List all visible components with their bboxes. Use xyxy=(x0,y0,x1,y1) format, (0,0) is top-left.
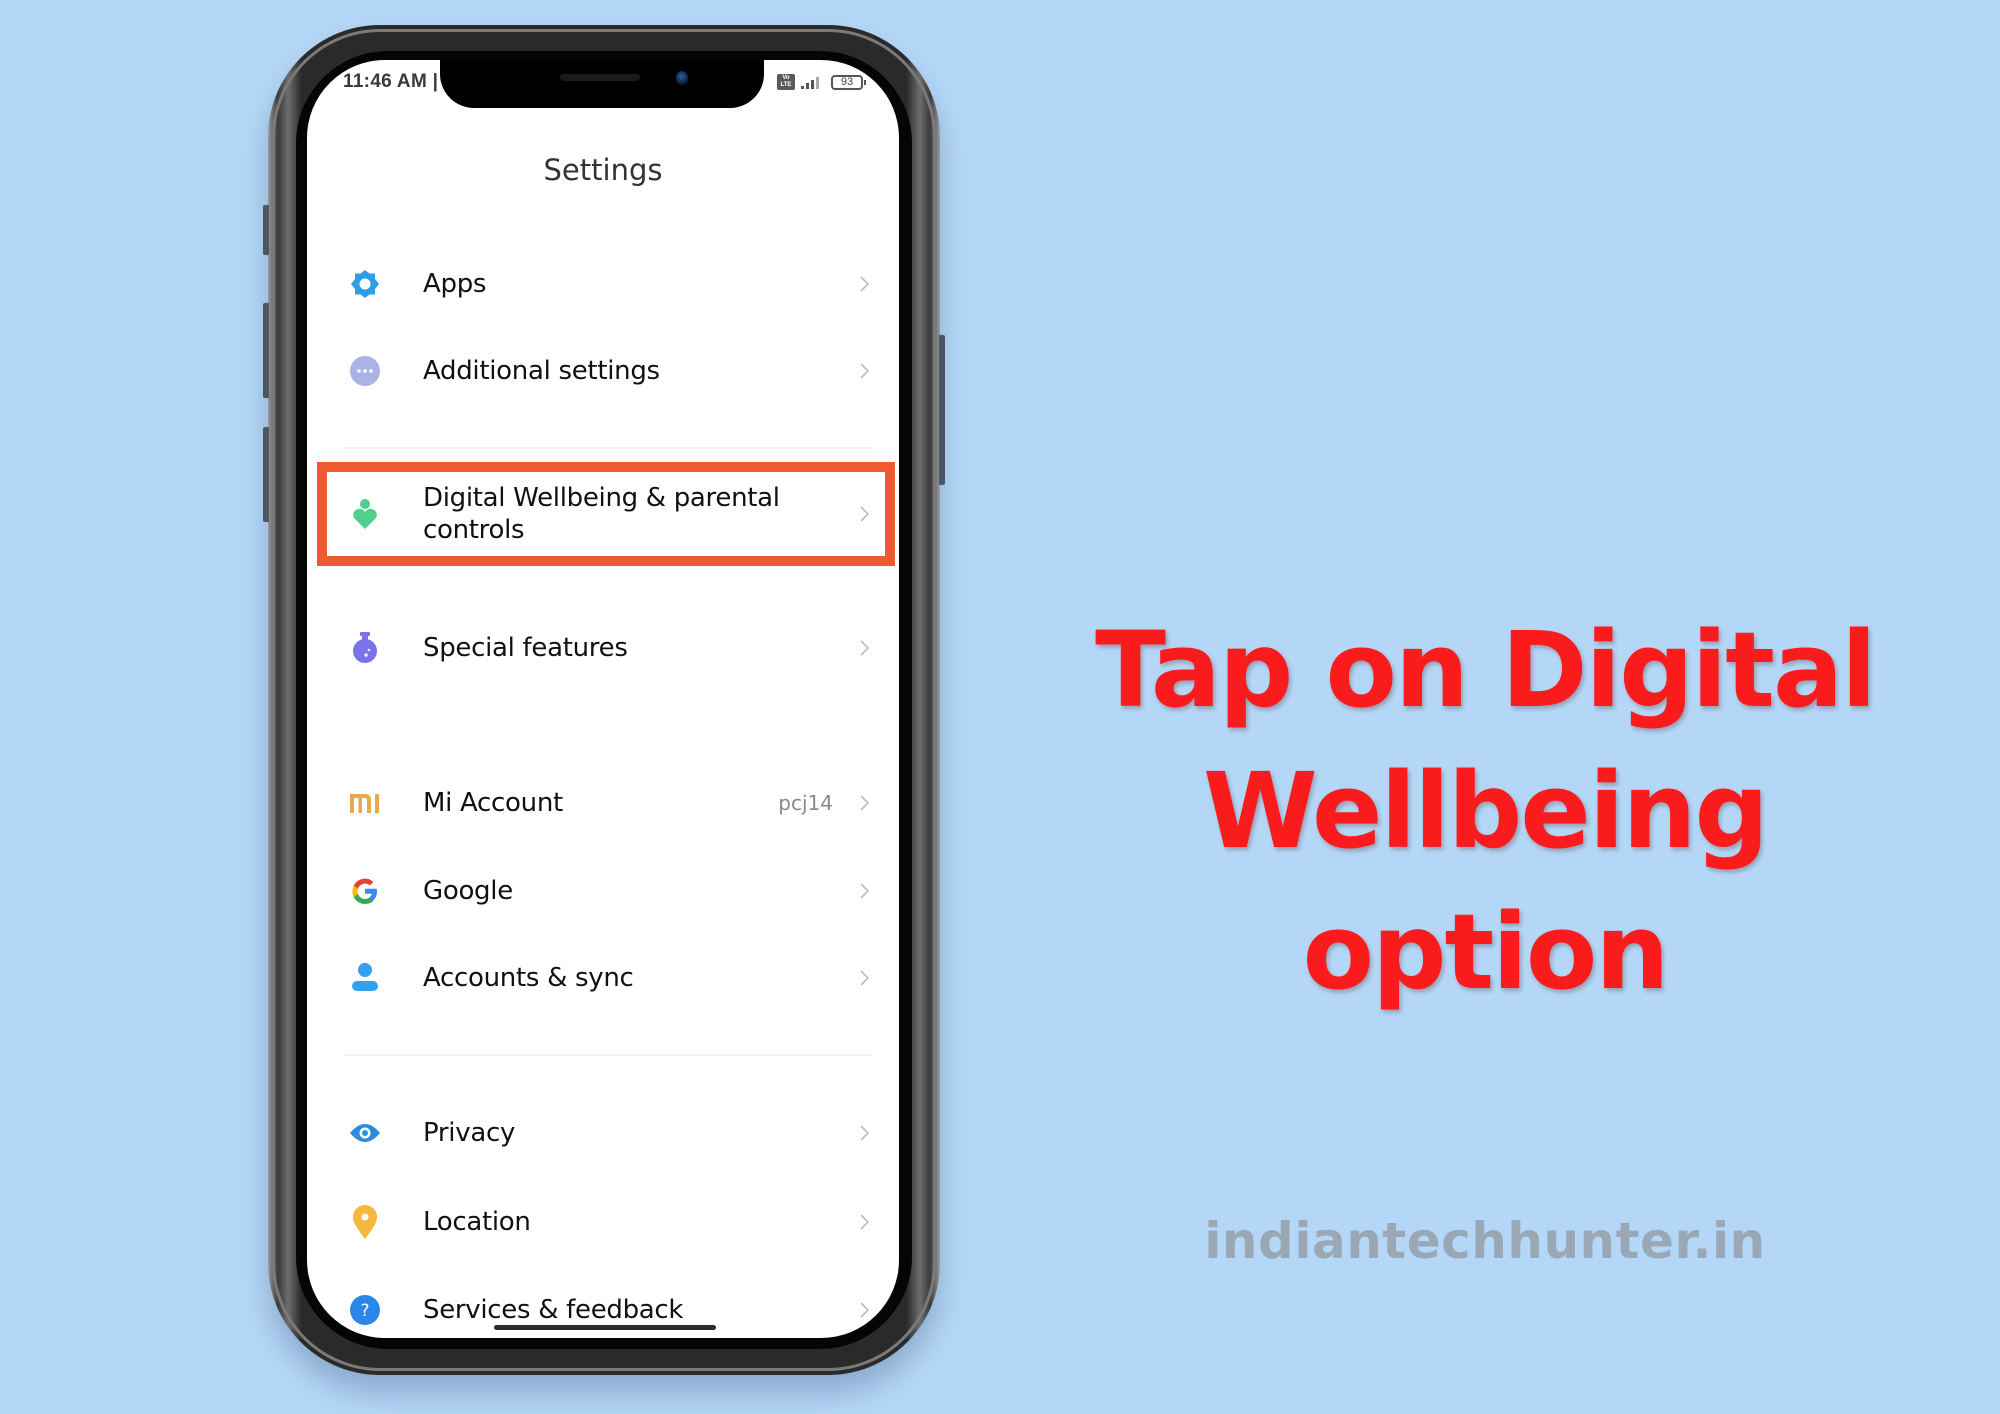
settings-item-label: Additional settings xyxy=(423,356,660,386)
section-divider xyxy=(345,447,871,449)
settings-item-location[interactable]: Location xyxy=(307,1187,899,1257)
battery-level: 93 xyxy=(840,75,854,88)
volume-down-button xyxy=(263,427,269,522)
settings-item-label: Digital Wellbeing & parental controls xyxy=(423,483,780,545)
volume-up-button xyxy=(263,303,269,398)
settings-item-label: Google xyxy=(423,876,513,906)
status-icons: Vo LTE 93 xyxy=(777,72,866,92)
person-icon xyxy=(349,962,381,994)
chevron-right-icon xyxy=(860,276,870,292)
mi-logo-icon xyxy=(349,787,381,819)
scrolled-text-fragment xyxy=(503,195,563,201)
earpiece-speaker xyxy=(560,74,640,81)
settings-item-label: Services & feedback xyxy=(423,1295,684,1325)
status-time: 11:46 AM | xyxy=(343,71,439,92)
settings-item-privacy[interactable]: Privacy xyxy=(307,1098,899,1168)
settings-item-digital-wellbeing[interactable]: Digital Wellbeing & parental controls xyxy=(307,474,899,554)
chevron-right-icon xyxy=(860,1302,870,1318)
settings-item-label: Location xyxy=(423,1207,531,1237)
settings-item-apps[interactable]: Apps xyxy=(307,249,899,319)
front-camera xyxy=(676,71,688,85)
battery-icon: 93 xyxy=(831,74,866,90)
question-icon: ? xyxy=(349,1294,381,1326)
site-watermark: indiantechhunter.in xyxy=(1204,1212,1766,1270)
flask-icon xyxy=(349,632,381,664)
phone-screen: 11:46 AM | Vo LTE 93 Settings Apps Addit… xyxy=(307,60,899,1338)
google-g-icon xyxy=(349,875,381,907)
chevron-right-icon xyxy=(860,640,870,656)
eye-icon xyxy=(349,1117,381,1149)
settings-item-label: Mi Account xyxy=(423,788,563,818)
settings-item-label: Accounts & sync xyxy=(423,963,634,993)
home-indicator[interactable] xyxy=(494,1325,716,1330)
svg-text:?: ? xyxy=(360,1301,369,1321)
settings-item-mi-account[interactable]: Mi Account pcj14 xyxy=(307,768,899,838)
mute-switch xyxy=(263,205,269,255)
more-dots-icon xyxy=(349,355,381,387)
mi-account-id: pcj14 xyxy=(778,791,833,815)
volte-icon: Vo LTE xyxy=(777,74,795,90)
section-divider xyxy=(345,1054,871,1056)
instruction-headline: Tap on Digital Wellbeing option xyxy=(1040,600,1930,1023)
chevron-right-icon xyxy=(860,1214,870,1230)
chevron-right-icon xyxy=(860,795,870,811)
chevron-right-icon xyxy=(860,363,870,379)
settings-item-google[interactable]: Google xyxy=(307,856,899,926)
settings-item-special-features[interactable]: Special features xyxy=(307,613,899,683)
page-title: Settings xyxy=(543,153,663,187)
chevron-right-icon xyxy=(860,1125,870,1141)
notch xyxy=(440,60,764,108)
wellbeing-heart-person-icon xyxy=(349,498,381,530)
instruction-line-1: Tap on Digital xyxy=(1095,609,1877,731)
settings-item-label: Special features xyxy=(423,633,628,663)
gear-icon xyxy=(349,268,381,300)
settings-item-label: Privacy xyxy=(423,1118,516,1148)
power-button xyxy=(939,335,945,485)
settings-item-accounts-sync[interactable]: Accounts & sync xyxy=(307,943,899,1013)
signal-icon xyxy=(801,75,819,89)
chevron-right-icon xyxy=(860,970,870,986)
instruction-line-2: Wellbeing option xyxy=(1203,750,1769,1013)
chevron-right-icon xyxy=(860,883,870,899)
phone-frame: 11:46 AM | Vo LTE 93 Settings Apps Addit… xyxy=(263,25,945,1375)
chevron-right-icon xyxy=(860,506,870,522)
location-pin-icon xyxy=(349,1205,381,1239)
settings-item-label: Apps xyxy=(423,269,487,299)
settings-item-additional-settings[interactable]: Additional settings xyxy=(307,336,899,406)
